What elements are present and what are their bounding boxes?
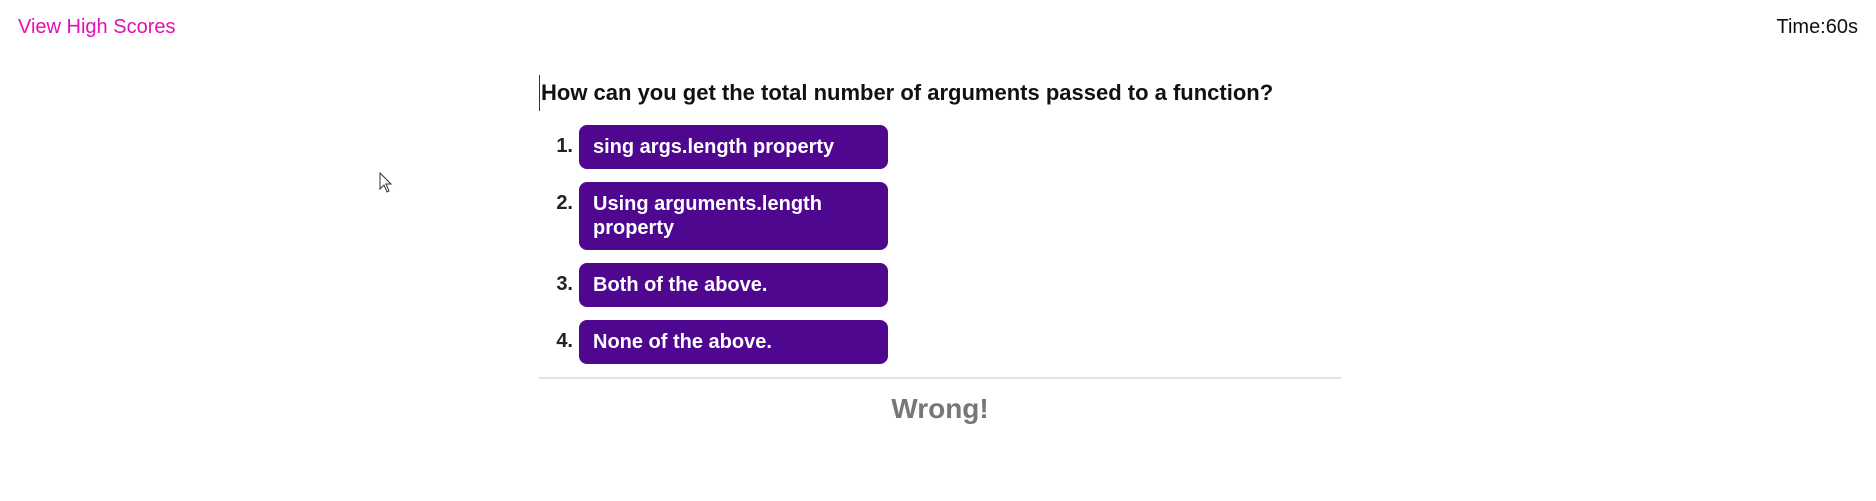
choice-button-3[interactable]: Both of the above. [579, 263, 888, 307]
choice-item-2: 2. Using arguments.length property [539, 182, 1341, 250]
choice-button-4[interactable]: None of the above. [579, 320, 888, 364]
choice-number: 1. [556, 135, 573, 157]
choice-number: 4. [556, 330, 573, 352]
choice-item-4: 4. None of the above. [539, 320, 1341, 364]
quiz-container: How can you get the total number of argu… [539, 75, 1341, 425]
question-text: How can you get the total number of argu… [539, 75, 1341, 111]
choice-item-1: 1. sing args.length property [539, 125, 1341, 169]
choices-list: 1. sing args.length property 2. Using ar… [539, 125, 1341, 364]
choice-item-3: 3. Both of the above. [539, 263, 1341, 307]
timer: Time:60s [1776, 16, 1858, 39]
choice-number: 3. [556, 273, 573, 295]
timer-value: 60s [1825, 16, 1858, 38]
answer-feedback: Wrong! [891, 393, 989, 424]
view-high-scores-link[interactable]: View High Scores [18, 16, 175, 39]
choice-button-1[interactable]: sing args.length property [579, 125, 888, 169]
divider [539, 377, 1341, 379]
header: View High Scores Time:60s [0, 0, 1876, 60]
timer-label: Time: [1776, 16, 1826, 38]
choice-button-2[interactable]: Using arguments.length property [579, 182, 888, 250]
mouse-pointer-icon [379, 172, 393, 193]
choice-number: 2. [556, 192, 573, 214]
